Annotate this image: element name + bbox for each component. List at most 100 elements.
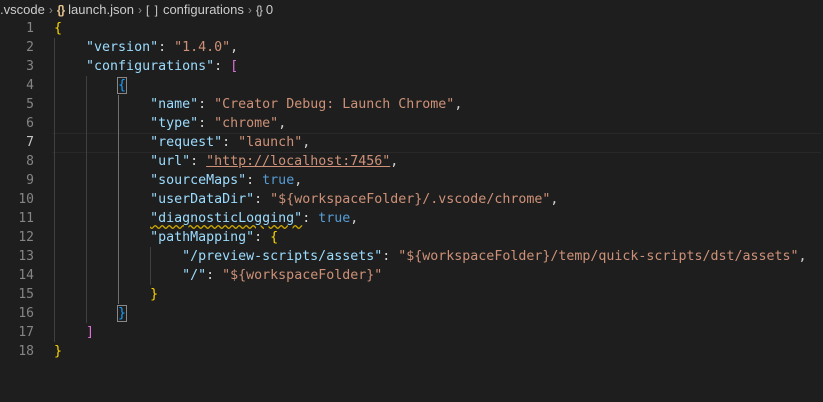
code-line-13[interactable]: "/preview-scripts/assets": "${workspaceF… [54, 247, 823, 266]
code-line-16[interactable]: } [54, 304, 823, 323]
code-line-1[interactable]: { [54, 19, 823, 38]
breadcrumb-object[interactable]: {} 0 [256, 2, 273, 17]
line-number: 17 [18, 325, 34, 340]
code-line-5[interactable]: "name": "Creator Debug: Launch Chrome", [54, 95, 823, 114]
bracket: } [150, 287, 159, 302]
bracket-match: } [117, 305, 128, 322]
line-number: 15 [18, 287, 34, 302]
code-lines[interactable]: { "version": "1.4.0", "configurations": … [52, 19, 823, 361]
breadcrumb-file-label: launch.json [68, 2, 134, 17]
json-string: "launch" [238, 135, 303, 150]
code-line-8[interactable]: "url": "http://localhost:7456", [54, 152, 823, 171]
json-key: "configurations" [86, 59, 215, 74]
indent-guide [150, 247, 151, 266]
punctuation: : [222, 135, 239, 150]
json-string: "${workspaceFolder}/temp/quick-scripts/d… [398, 249, 799, 264]
code-line-9[interactable]: "sourceMaps": true, [54, 171, 823, 190]
line-number: 3 [26, 59, 34, 74]
code-line-12[interactable]: "pathMapping": { [54, 228, 823, 247]
json-key: "request" [150, 135, 223, 150]
json-key: "sourceMaps" [150, 173, 247, 188]
punctuation: , [390, 154, 399, 169]
json-string-link[interactable]: "http://localhost:7456" [206, 154, 390, 169]
line-number: 6 [26, 116, 34, 131]
code-line-17[interactable]: ] [54, 323, 823, 342]
line-number: 14 [18, 268, 34, 283]
indent-guide [118, 285, 119, 304]
json-string: "${workspaceFolder}" [222, 268, 383, 283]
code-line-18[interactable]: } [54, 342, 823, 361]
line-number: 13 [18, 249, 34, 264]
indent-guide [86, 228, 87, 247]
json-key: "url" [150, 154, 191, 169]
punctuation: : [198, 97, 215, 112]
line-number: 4 [26, 78, 34, 93]
indent-guide [86, 285, 87, 304]
indent-guide [86, 266, 87, 285]
json-string: "chrome" [214, 116, 279, 131]
code-editor[interactable]: 1 2 3 4 5 6 7 8 9 10 11 12 13 14 15 16 1… [0, 19, 823, 402]
indent-guide [150, 266, 151, 285]
punctuation: : [382, 249, 399, 264]
punctuation: : [254, 230, 271, 245]
line-number: 16 [18, 306, 34, 321]
code-line-10[interactable]: "userDataDir": "${workspaceFolder}/.vsco… [54, 190, 823, 209]
breadcrumb-file[interactable]: {} launch.json [57, 2, 134, 17]
json-key-warning[interactable]: "diagnosticLogging" [150, 211, 302, 226]
code-line-14[interactable]: "/": "${workspaceFolder}" [54, 266, 823, 285]
code-line-2[interactable]: "version": "1.4.0", [54, 38, 823, 57]
punctuation: , [230, 40, 239, 55]
indent-guide [86, 133, 87, 152]
indent-guide [54, 323, 55, 342]
punctuation: , [350, 211, 359, 226]
line-number: 18 [18, 344, 34, 359]
indent-guide [86, 209, 87, 228]
json-key: "/" [182, 268, 207, 283]
punctuation: , [550, 192, 559, 207]
json-key: "name" [150, 97, 199, 112]
indent-guide [86, 247, 87, 266]
indent-guide [54, 57, 55, 76]
punctuation: , [454, 97, 463, 112]
indent-guide [118, 228, 119, 247]
code-line-6[interactable]: "type": "chrome", [54, 114, 823, 133]
breadcrumb-folder[interactable]: .vscode [0, 2, 45, 17]
code-line-15[interactable]: } [54, 285, 823, 304]
indent-guide [54, 304, 55, 323]
line-number: 10 [18, 192, 34, 207]
indent-guide [118, 114, 119, 133]
code-line-3[interactable]: "configurations": [ [54, 57, 823, 76]
punctuation: : [158, 40, 175, 55]
chevron-right-icon: › [247, 2, 252, 17]
bracket: ] [86, 325, 95, 340]
json-string: "Creator Debug: Launch Chrome" [214, 97, 455, 112]
punctuation: : [198, 116, 215, 131]
breadcrumb-object-label: 0 [265, 2, 274, 17]
punctuation: : [214, 59, 231, 74]
indent-guide [118, 95, 119, 114]
punctuation: : [190, 154, 207, 169]
code-line-11[interactable]: "diagnosticLogging": true, [54, 209, 823, 228]
code-line-7-current[interactable]: "request": "launch", [52, 133, 823, 153]
breadcrumb-array[interactable]: [ ] configurations [146, 2, 244, 17]
indent-guide [54, 228, 55, 247]
indent-guide [54, 114, 55, 133]
indent-guide [118, 171, 119, 190]
indent-guide [118, 209, 119, 228]
chevron-right-icon: › [137, 2, 142, 17]
indent-guide [86, 171, 87, 190]
json-key: "type" [150, 116, 199, 131]
line-number: 8 [26, 154, 34, 169]
line-number: 1 [26, 21, 34, 36]
breadcrumb: .vscode › {} launch.json › [ ] configura… [0, 0, 823, 19]
indent-guide [54, 266, 55, 285]
indent-guide [86, 95, 87, 114]
indent-guide [54, 76, 55, 95]
punctuation: : [206, 268, 223, 283]
punctuation: , [278, 116, 287, 131]
code-line-4[interactable]: { [54, 76, 823, 95]
indent-guide [54, 190, 55, 209]
json-boolean: true [318, 211, 351, 226]
indent-guide [54, 285, 55, 304]
indent-guide [118, 190, 119, 209]
